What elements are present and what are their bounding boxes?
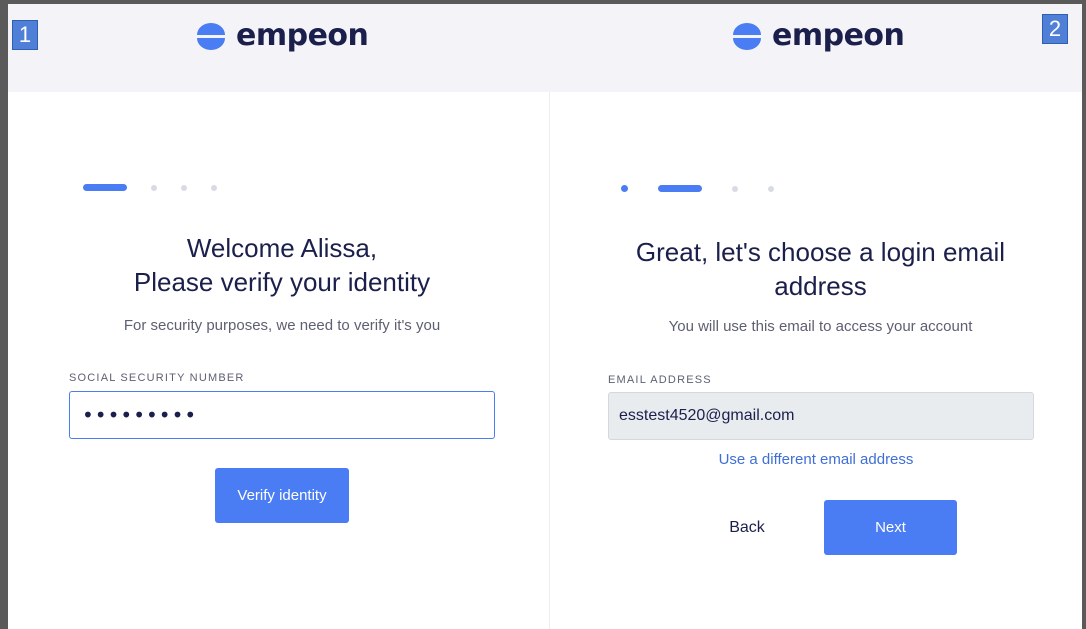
next-button[interactable]: Next <box>824 500 957 555</box>
empeon-logo: empeon <box>730 18 905 53</box>
progress-step <box>732 185 738 192</box>
title-line-1: Welcome Alissa, <box>186 233 378 263</box>
page-subtitle: For security purposes, we need to verify… <box>123 317 441 334</box>
progress-step <box>181 184 187 191</box>
email-field-label: EMAIL ADDRESS <box>608 374 712 386</box>
progress-step-done <box>621 185 628 192</box>
step-badge-2: 2 <box>1042 14 1068 44</box>
step-badge-1: 1 <box>12 20 38 50</box>
email-input[interactable] <box>608 392 1034 440</box>
use-different-email-link[interactable]: Use a different email address <box>650 451 982 468</box>
progress-step-current <box>83 184 127 191</box>
progress-step-current <box>658 185 702 192</box>
header-bar <box>8 4 1082 92</box>
title-line-1: Great, let's choose a login email <box>635 237 1006 267</box>
verify-identity-button[interactable]: Verify identity <box>215 468 349 523</box>
progress-indicator <box>83 184 217 191</box>
empeon-logo-icon <box>194 22 228 50</box>
progress-indicator <box>621 185 774 192</box>
ssn-input[interactable] <box>69 391 495 439</box>
empeon-logo: empeon <box>194 18 369 53</box>
title-line-2: address <box>774 271 867 301</box>
page-title: Welcome Alissa, Please verify your ident… <box>8 231 556 299</box>
progress-step <box>211 184 217 191</box>
logo-text: empeon <box>236 18 369 53</box>
back-button[interactable]: Back <box>710 517 784 539</box>
title-line-2: Please verify your identity <box>133 267 431 297</box>
verify-identity-panel: Welcome Alissa, Please verify your ident… <box>8 92 548 629</box>
page-subtitle: You will use this email to access your a… <box>668 318 973 335</box>
empeon-logo-icon <box>730 22 764 50</box>
logo-text: empeon <box>772 18 905 53</box>
ssn-field-label: SOCIAL SECURITY NUMBER <box>69 372 245 384</box>
progress-step <box>768 185 774 192</box>
progress-step <box>151 184 157 191</box>
window-frame-left <box>0 0 8 629</box>
page-title: Great, let's choose a login email addres… <box>550 235 1086 303</box>
window-frame-right <box>1082 0 1086 629</box>
choose-email-panel: Great, let's choose a login email addres… <box>549 92 1082 629</box>
